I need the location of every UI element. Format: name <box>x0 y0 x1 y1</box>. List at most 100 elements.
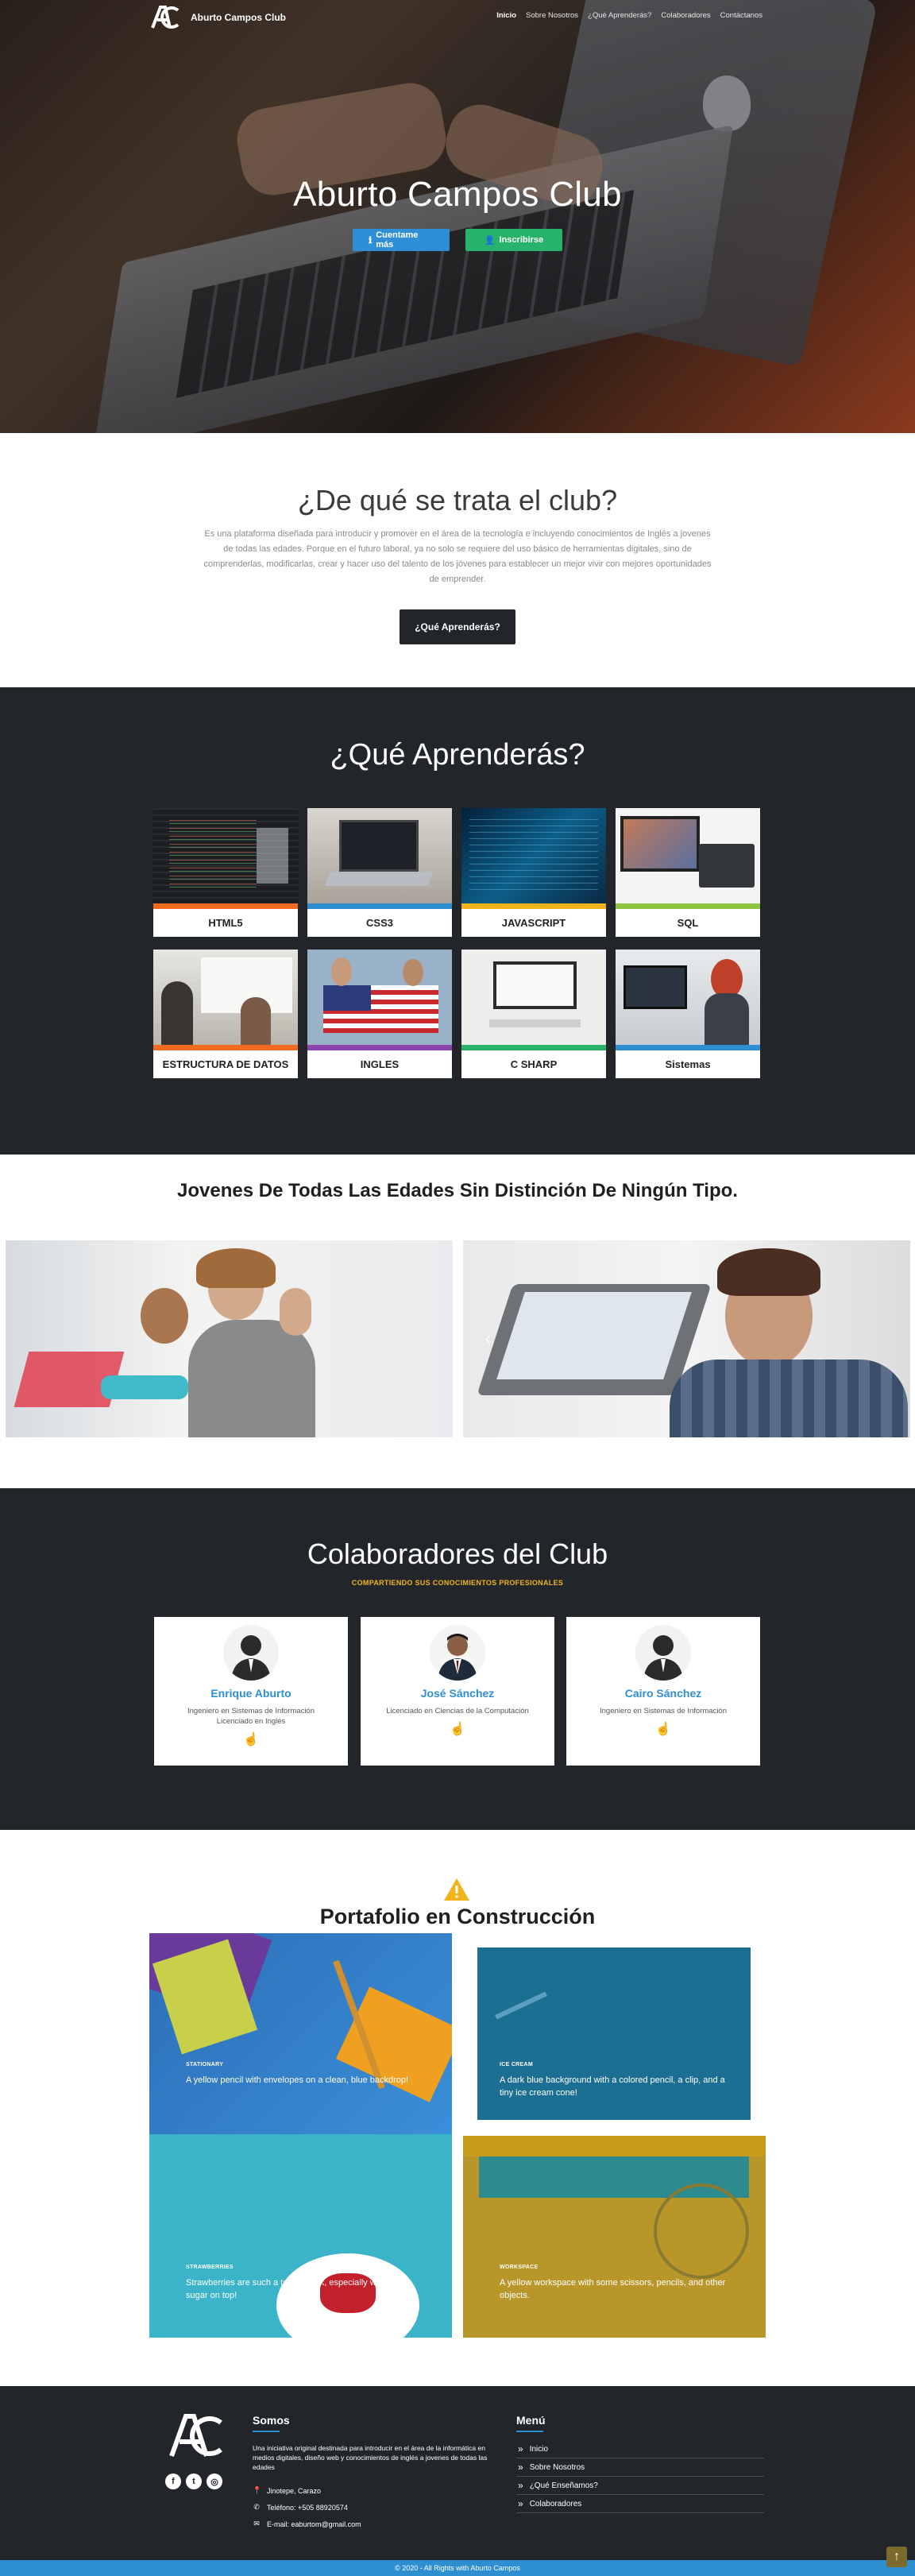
info-icon: ℹ <box>369 235 373 246</box>
course-card-css3[interactable]: CSS3 <box>307 808 452 937</box>
brand-link[interactable]: Aburto Campos Club <box>149 4 286 31</box>
portfolio-tile[interactable]: ICE CREAM A dark blue background with a c… <box>477 1947 751 2120</box>
what-will-you-learn-button[interactable]: ¿Qué Aprenderás? <box>400 609 515 644</box>
course-label: INGLES <box>360 1058 400 1070</box>
portfolio-caption: STATIONARY A yellow pencil with envelopes… <box>186 2059 416 2087</box>
collaborator-name: Cairo Sánchez <box>624 1687 702 1700</box>
collaborator-card: Enrique Aburto Ingeniero en Sistemas de … <box>154 1617 348 1766</box>
youth-section: Jovenes De Todas Las Edades Sin Distinci… <box>0 1155 915 1488</box>
learn-title: ¿Qué Aprenderás? <box>330 738 585 772</box>
hand-pointer-icon[interactable]: ☝ <box>361 1721 554 1737</box>
nav-item-contactanos[interactable]: Contáctanos <box>720 11 762 20</box>
register-button[interactable]: 👤 Inscribirse <box>465 229 562 251</box>
nav-item-sobre-nosotros[interactable]: Sobre Nosotros <box>526 11 578 20</box>
warning-icon <box>444 1878 469 1901</box>
phone-icon: ✆ <box>253 2503 260 2511</box>
footer-menu-item[interactable]: Inicio <box>516 2440 764 2458</box>
nav-item-que-aprenderas[interactable]: ¿Qué Aprenderás? <box>588 11 651 20</box>
boy-laptop-photo: ‹ <box>463 1240 910 1437</box>
course-color-bar <box>307 1045 452 1050</box>
collaborator-card: José Sánchez Licenciado en Ciencias de l… <box>361 1617 554 1766</box>
portfolio-tile[interactable]: STATIONARY A yellow pencil with envelopes… <box>149 1933 452 2134</box>
portfolio-tile[interactable]: STRAWBERRIES Strawberries are such a tast… <box>149 2134 452 2338</box>
carousel-prev-icon[interactable]: ‹ <box>485 1330 491 1348</box>
course-card-ingles[interactable]: INGLES <box>307 950 452 1078</box>
course-label: JAVASCRIPT <box>501 917 566 929</box>
footer-phone: ✆ Teléfono: +505 88920574 <box>253 2503 348 2512</box>
portfolio-tag: STATIONARY <box>186 2062 224 2067</box>
location-text: Jinotepe, Carazo <box>267 2486 322 2495</box>
course-label: Sistemas <box>665 1058 711 1070</box>
footer-location: 📍 Jinotepe, Carazo <box>253 2486 321 2495</box>
mac-server-image <box>616 808 760 903</box>
nav-item-inicio[interactable]: Inicio <box>496 11 516 20</box>
email-text[interactable]: E-mail: eaburtom@gmail.com <box>267 2520 361 2528</box>
hand-pointer-icon[interactable]: ☝ <box>154 1731 348 1747</box>
portfolio-caption: ICE CREAM A dark blue background with a c… <box>500 2059 730 2099</box>
collaborator-desc: Ingeniero en Sistemas de Información <box>599 1707 727 1715</box>
course-card-html5[interactable]: HTML5 <box>153 808 298 937</box>
footer-menu-item[interactable]: Colaboradores <box>516 2495 764 2513</box>
collaborators-subtitle: COMPARTIENDO SUS CONOCIMIENTOS PROFESION… <box>351 1579 564 1587</box>
youth-title: Jovenes De Todas Las Edades Sin Distinci… <box>177 1180 738 1201</box>
course-label: ESTRUCTURA DE DATOS <box>162 1058 289 1070</box>
course-card-javascript[interactable]: JAVASCRIPT <box>461 808 606 937</box>
portfolio-text: Strawberries are such a tasty snack, esp… <box>186 2278 411 2300</box>
course-color-bar <box>153 1045 298 1050</box>
course-card-sql[interactable]: SQL <box>616 808 760 937</box>
brand-name: Aburto Campos Club <box>191 12 286 23</box>
instagram-icon[interactable]: ◎ <box>207 2474 222 2489</box>
footer: f t ◎ Somos Una iniciativa original dest… <box>0 2386 915 2560</box>
register-label: Inscribirse <box>499 235 544 245</box>
laptop-css-image <box>307 808 452 903</box>
course-color-bar <box>616 903 760 909</box>
facebook-icon[interactable]: f <box>165 2474 181 2489</box>
footer-menu-title: Menú <box>516 2414 546 2432</box>
scroll-top-button[interactable]: ↑ <box>886 2547 907 2567</box>
course-grid: HTML5 CSS3 JAVASCRIPT SQL ESTRUCTURA DE … <box>153 808 762 1078</box>
course-card-c-sharp[interactable]: C SHARP <box>461 950 606 1078</box>
collaborator-desc: Ingeniero en Sistemas de Información Lic… <box>187 1707 315 1726</box>
profile-photo-icon <box>438 1634 477 1681</box>
nav-menu: Inicio Sobre Nosotros ¿Qué Aprenderás? C… <box>496 11 762 20</box>
portfolio-text: A yellow workspace with some scissors, p… <box>500 2278 726 2300</box>
portfolio-tile[interactable]: WORKSPACE A yellow workspace with some sc… <box>463 2136 766 2338</box>
nav-item-colaboradores[interactable]: Colaboradores <box>661 11 710 20</box>
footer-menu-item[interactable]: ¿Qué Enseñamos? <box>516 2477 764 2495</box>
tell-me-more-label: Cuentame más <box>376 230 419 249</box>
footer-menu-item[interactable]: Sobre Nosotros <box>516 2458 764 2477</box>
learn-section: ¿Qué Aprenderás? HTML5 CSS3 JAVASCRIPT S… <box>0 687 915 1155</box>
collaborators-title: Colaboradores del Club <box>307 1537 608 1570</box>
course-color-bar <box>307 903 452 909</box>
portfolio-title: Portafolio en Construcción <box>319 1905 596 1928</box>
avatar <box>635 1625 691 1681</box>
course-label: HTML5 <box>208 917 243 929</box>
collaborator-desc: Licenciado en Ciencias de la Computación <box>386 1707 529 1715</box>
course-label: C SHARP <box>510 1058 558 1070</box>
portfolio-caption: STRAWBERRIES Strawberries are such a tast… <box>186 2261 416 2302</box>
portfolio-tag: ICE CREAM <box>500 2062 533 2067</box>
portfolio-tag: STRAWBERRIES <box>186 2265 234 2270</box>
course-card-sistemas[interactable]: Sistemas <box>616 950 760 1078</box>
user-silhouette-icon <box>231 1635 271 1681</box>
course-card-estructura-de-datos[interactable]: ESTRUCTURA DE DATOS <box>153 950 298 1078</box>
top-nav: Aburto Campos Club Inicio Sobre Nosotros… <box>0 0 915 35</box>
js-code-image <box>461 808 606 903</box>
social-links: f t ◎ <box>165 2474 222 2489</box>
portfolio-section: Portafolio en Construcción STATIONARY A y… <box>0 1830 915 2386</box>
avatar <box>430 1625 485 1681</box>
collaborator-card: Cairo Sánchez Ingeniero en Sistemas de I… <box>566 1617 760 1766</box>
hand-pointer-icon[interactable]: ☝ <box>566 1721 760 1737</box>
footer-email: ✉ E-mail: eaburtom@gmail.com <box>253 2520 361 2528</box>
ac-logo-icon <box>151 6 180 29</box>
course-color-bar <box>461 1045 606 1050</box>
tell-me-more-button[interactable]: ℹ Cuentame más <box>353 229 450 251</box>
portfolio-text: A dark blue background with a colored pe… <box>500 2075 725 2098</box>
footer-about-text: Una iniciativa original destinada para i… <box>253 2444 488 2471</box>
hero-overlay <box>0 0 915 433</box>
map-pin-icon: 📍 <box>253 2486 262 2494</box>
portfolio-caption: WORKSPACE A yellow workspace with some sc… <box>500 2261 730 2302</box>
hero-section: Aburto Campos Club ℹ Cuentame más 👤 Insc… <box>0 0 915 433</box>
twitter-icon[interactable]: t <box>186 2474 202 2489</box>
course-label: CSS3 <box>366 917 393 929</box>
